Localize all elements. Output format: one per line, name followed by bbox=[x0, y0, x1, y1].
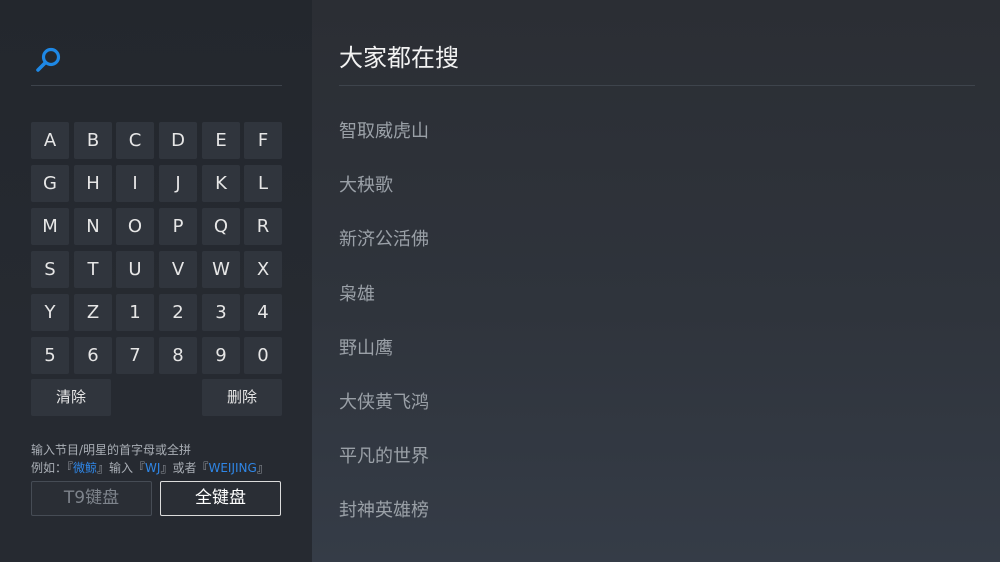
full-keyboard-button[interactable]: 全键盘 bbox=[160, 481, 281, 516]
key-r[interactable]: R bbox=[244, 208, 282, 245]
key-w[interactable]: W bbox=[202, 251, 240, 288]
key-b[interactable]: B bbox=[74, 122, 112, 159]
key-5[interactable]: 5 bbox=[31, 337, 69, 374]
key-k[interactable]: K bbox=[202, 165, 240, 202]
example-full: WEIJING bbox=[208, 461, 257, 475]
key-0[interactable]: 0 bbox=[244, 337, 282, 374]
example-title: 微鲸 bbox=[73, 461, 98, 475]
trending-item[interactable]: 野山鹰 bbox=[339, 336, 393, 362]
key-6[interactable]: 6 bbox=[74, 337, 112, 374]
hint-prefix: 例如：『 bbox=[31, 461, 74, 475]
clear-button[interactable]: 清除 bbox=[31, 379, 111, 416]
key-m[interactable]: M bbox=[31, 208, 69, 245]
key-c[interactable]: C bbox=[116, 122, 154, 159]
key-g[interactable]: G bbox=[31, 165, 69, 202]
trending-divider bbox=[339, 85, 975, 86]
key-8[interactable]: 8 bbox=[159, 337, 197, 374]
trending-item[interactable]: 平凡的世界 bbox=[339, 444, 429, 470]
trending-item[interactable]: 封神英雄榜 bbox=[339, 498, 429, 524]
key-3[interactable]: 3 bbox=[202, 294, 240, 331]
t9-keyboard-button[interactable]: T9键盘 bbox=[31, 481, 152, 516]
key-2[interactable]: 2 bbox=[159, 294, 197, 331]
hint-line1: 输入节目/明星的首字母或全拼 bbox=[31, 443, 192, 457]
key-j[interactable]: J bbox=[159, 165, 197, 202]
key-d[interactable]: D bbox=[159, 122, 197, 159]
trending-title: 大家都在搜 bbox=[339, 44, 459, 72]
key-x[interactable]: X bbox=[244, 251, 282, 288]
key-n[interactable]: N bbox=[74, 208, 112, 245]
key-o[interactable]: O bbox=[116, 208, 154, 245]
key-f[interactable]: F bbox=[244, 122, 282, 159]
key-a[interactable]: A bbox=[31, 122, 69, 159]
example-short: WJ bbox=[145, 461, 161, 475]
key-4[interactable]: 4 bbox=[244, 294, 282, 331]
search-icon bbox=[34, 45, 64, 75]
delete-button[interactable]: 删除 bbox=[202, 379, 282, 416]
hint-mid2: 』或者『 bbox=[160, 461, 209, 475]
key-h[interactable]: H bbox=[74, 165, 112, 202]
trending-item[interactable]: 智取威虎山 bbox=[339, 119, 429, 145]
key-y[interactable]: Y bbox=[31, 294, 69, 331]
key-l[interactable]: L bbox=[244, 165, 282, 202]
key-u[interactable]: U bbox=[116, 251, 154, 288]
search-divider bbox=[31, 85, 282, 86]
key-7[interactable]: 7 bbox=[116, 337, 154, 374]
key-e[interactable]: E bbox=[202, 122, 240, 159]
key-s[interactable]: S bbox=[31, 251, 69, 288]
trending-item[interactable]: 大侠黄飞鸿 bbox=[339, 390, 429, 416]
input-example: 例如：『微鲸』输入『WJ』或者『WEIJING』 bbox=[31, 459, 269, 476]
trending-item[interactable]: 新济公活佛 bbox=[339, 227, 429, 253]
trending-item[interactable]: 枭雄 bbox=[339, 282, 375, 308]
key-i[interactable]: I bbox=[116, 165, 154, 202]
hint-mid1: 』输入『 bbox=[97, 461, 146, 475]
input-hint: 输入节目/明星的首字母或全拼 bbox=[31, 441, 191, 458]
key-z[interactable]: Z bbox=[74, 294, 112, 331]
trending-item[interactable]: 大秧歌 bbox=[339, 173, 393, 199]
key-v[interactable]: V bbox=[159, 251, 197, 288]
key-p[interactable]: P bbox=[159, 208, 197, 245]
key-1[interactable]: 1 bbox=[116, 294, 154, 331]
search-panel: ABCDEFGHIJKLMNOPQRSTUVWXYZ1234567890 清除 … bbox=[0, 0, 312, 562]
key-q[interactable]: Q bbox=[202, 208, 240, 245]
trending-panel: 大家都在搜 智取威虎山大秧歌新济公活佛枭雄野山鹰大侠黄飞鸿平凡的世界封神英雄榜 bbox=[312, 0, 1000, 562]
key-9[interactable]: 9 bbox=[202, 337, 240, 374]
key-t[interactable]: T bbox=[74, 251, 112, 288]
hint-suffix: 』 bbox=[256, 461, 269, 475]
